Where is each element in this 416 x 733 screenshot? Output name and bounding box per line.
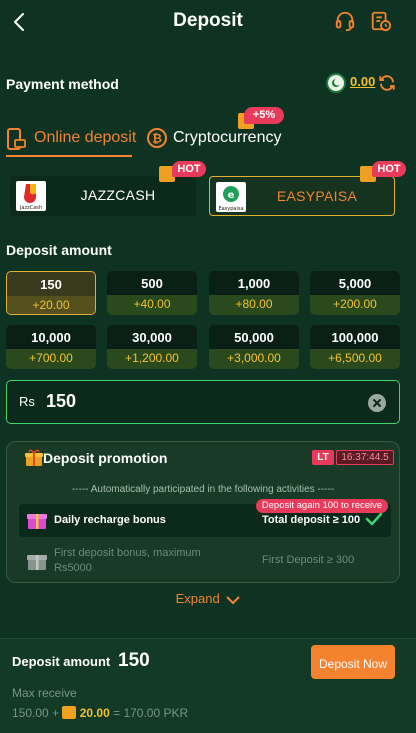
- lt-badge: LT: [312, 450, 334, 465]
- expand-label: Expand: [175, 591, 220, 606]
- bitcoin-icon: ₿: [147, 128, 167, 148]
- daily-recharge-label: Daily recharge bonus: [54, 514, 166, 526]
- amount-input[interactable]: Rs 150: [6, 380, 400, 424]
- pakistan-flag-icon: [326, 73, 346, 93]
- headset-icon[interactable]: [334, 10, 356, 32]
- amount-option-50000[interactable]: 50,000 +3,000.00: [209, 325, 299, 369]
- deposit-amount-label: Deposit amount: [6, 242, 112, 258]
- payment-method-label: Payment method: [6, 76, 119, 92]
- amount-option-100000[interactable]: 100,000 +6,500.00: [310, 325, 400, 369]
- first-deposit-row: First deposit bonus, maximum Rs5000 Firs…: [19, 544, 391, 578]
- gift-icon: [27, 514, 47, 529]
- daily-recharge-requirement: Total deposit ≥ 100: [262, 514, 361, 526]
- gift-icon: [25, 449, 43, 466]
- hot-badge: HOT: [372, 161, 406, 177]
- expand-button[interactable]: Expand: [0, 591, 416, 606]
- channel-easypaisa-label: EASYPAISA: [276, 188, 358, 204]
- amount-option-500[interactable]: 500 +40.00: [107, 271, 197, 315]
- gift-icon: [62, 706, 77, 719]
- header: Deposit: [0, 0, 416, 44]
- max-receive-label: Max receive: [12, 686, 77, 700]
- svg-text:₿: ₿: [152, 132, 162, 146]
- hot-badge: HOT: [172, 161, 206, 177]
- tab-cryptocurrency[interactable]: ₿ Cryptocurrency: [146, 124, 286, 158]
- deposit-now-button[interactable]: Deposit Now: [311, 645, 395, 679]
- deposit-again-tag: Deposit again 100 to receive: [256, 499, 388, 513]
- channel-easypaisa[interactable]: e Easypaisa EASYPAISA: [209, 176, 395, 216]
- clear-icon[interactable]: [368, 394, 386, 412]
- amount-option-5000[interactable]: 5,000 +200.00: [310, 271, 400, 315]
- calc-bonus: 20.00: [79, 706, 110, 720]
- currency-prefix: Rs: [19, 394, 35, 409]
- history-icon[interactable]: [370, 10, 392, 32]
- first-deposit-label: First deposit bonus, maximum Rs5000: [54, 547, 201, 574]
- amount-option-10000[interactable]: 10,000 +700.00: [6, 325, 96, 369]
- gift-icon: [27, 555, 47, 570]
- calc-base: 150.00 +: [12, 706, 60, 720]
- amount-option-150[interactable]: 150 +20.00: [6, 271, 96, 315]
- channel-jazzcash[interactable]: JazzCash JAZZCASH: [10, 176, 196, 216]
- tab-online-deposit-label: Online deposit: [34, 129, 137, 146]
- active-tab-underline: [6, 155, 132, 157]
- channel-jazzcash-label: JAZZCASH: [80, 187, 156, 203]
- calc-result: = 170.00 PKR: [113, 706, 189, 720]
- max-receive-calculation: 150.00 + 20.00 = 170.00 PKR: [12, 706, 188, 720]
- amount-input-value: 150: [46, 391, 77, 411]
- auto-participate-text: ----- Automatically participated in the …: [71, 484, 335, 495]
- crypto-bonus-badge: +5%: [244, 107, 284, 124]
- chevron-down-icon: [226, 595, 241, 604]
- first-deposit-requirement: First Deposit ≥ 300: [262, 554, 355, 566]
- promotion-title: Deposit promotion: [43, 450, 168, 466]
- check-icon: [365, 512, 383, 526]
- footer-deposit-amount-label: Deposit amount: [12, 654, 111, 669]
- card-phone-icon: [7, 128, 26, 150]
- wallet-balance: 0.00: [350, 74, 376, 89]
- amount-option-1000[interactable]: 1,000 +80.00: [209, 271, 299, 315]
- svg-text:Easypaisa: Easypaisa: [218, 206, 243, 212]
- tab-cryptocurrency-label: Cryptocurrency: [173, 129, 282, 146]
- tab-online-deposit[interactable]: Online deposit: [6, 124, 136, 158]
- promotion-timer: 16:37:44.5: [336, 450, 394, 465]
- amount-option-30000[interactable]: 30,000 +1,200.00: [107, 325, 197, 369]
- footer-deposit-amount-value: 150: [118, 650, 150, 671]
- svg-text:JazzCash: JazzCash: [19, 205, 42, 211]
- refresh-icon[interactable]: [378, 74, 396, 92]
